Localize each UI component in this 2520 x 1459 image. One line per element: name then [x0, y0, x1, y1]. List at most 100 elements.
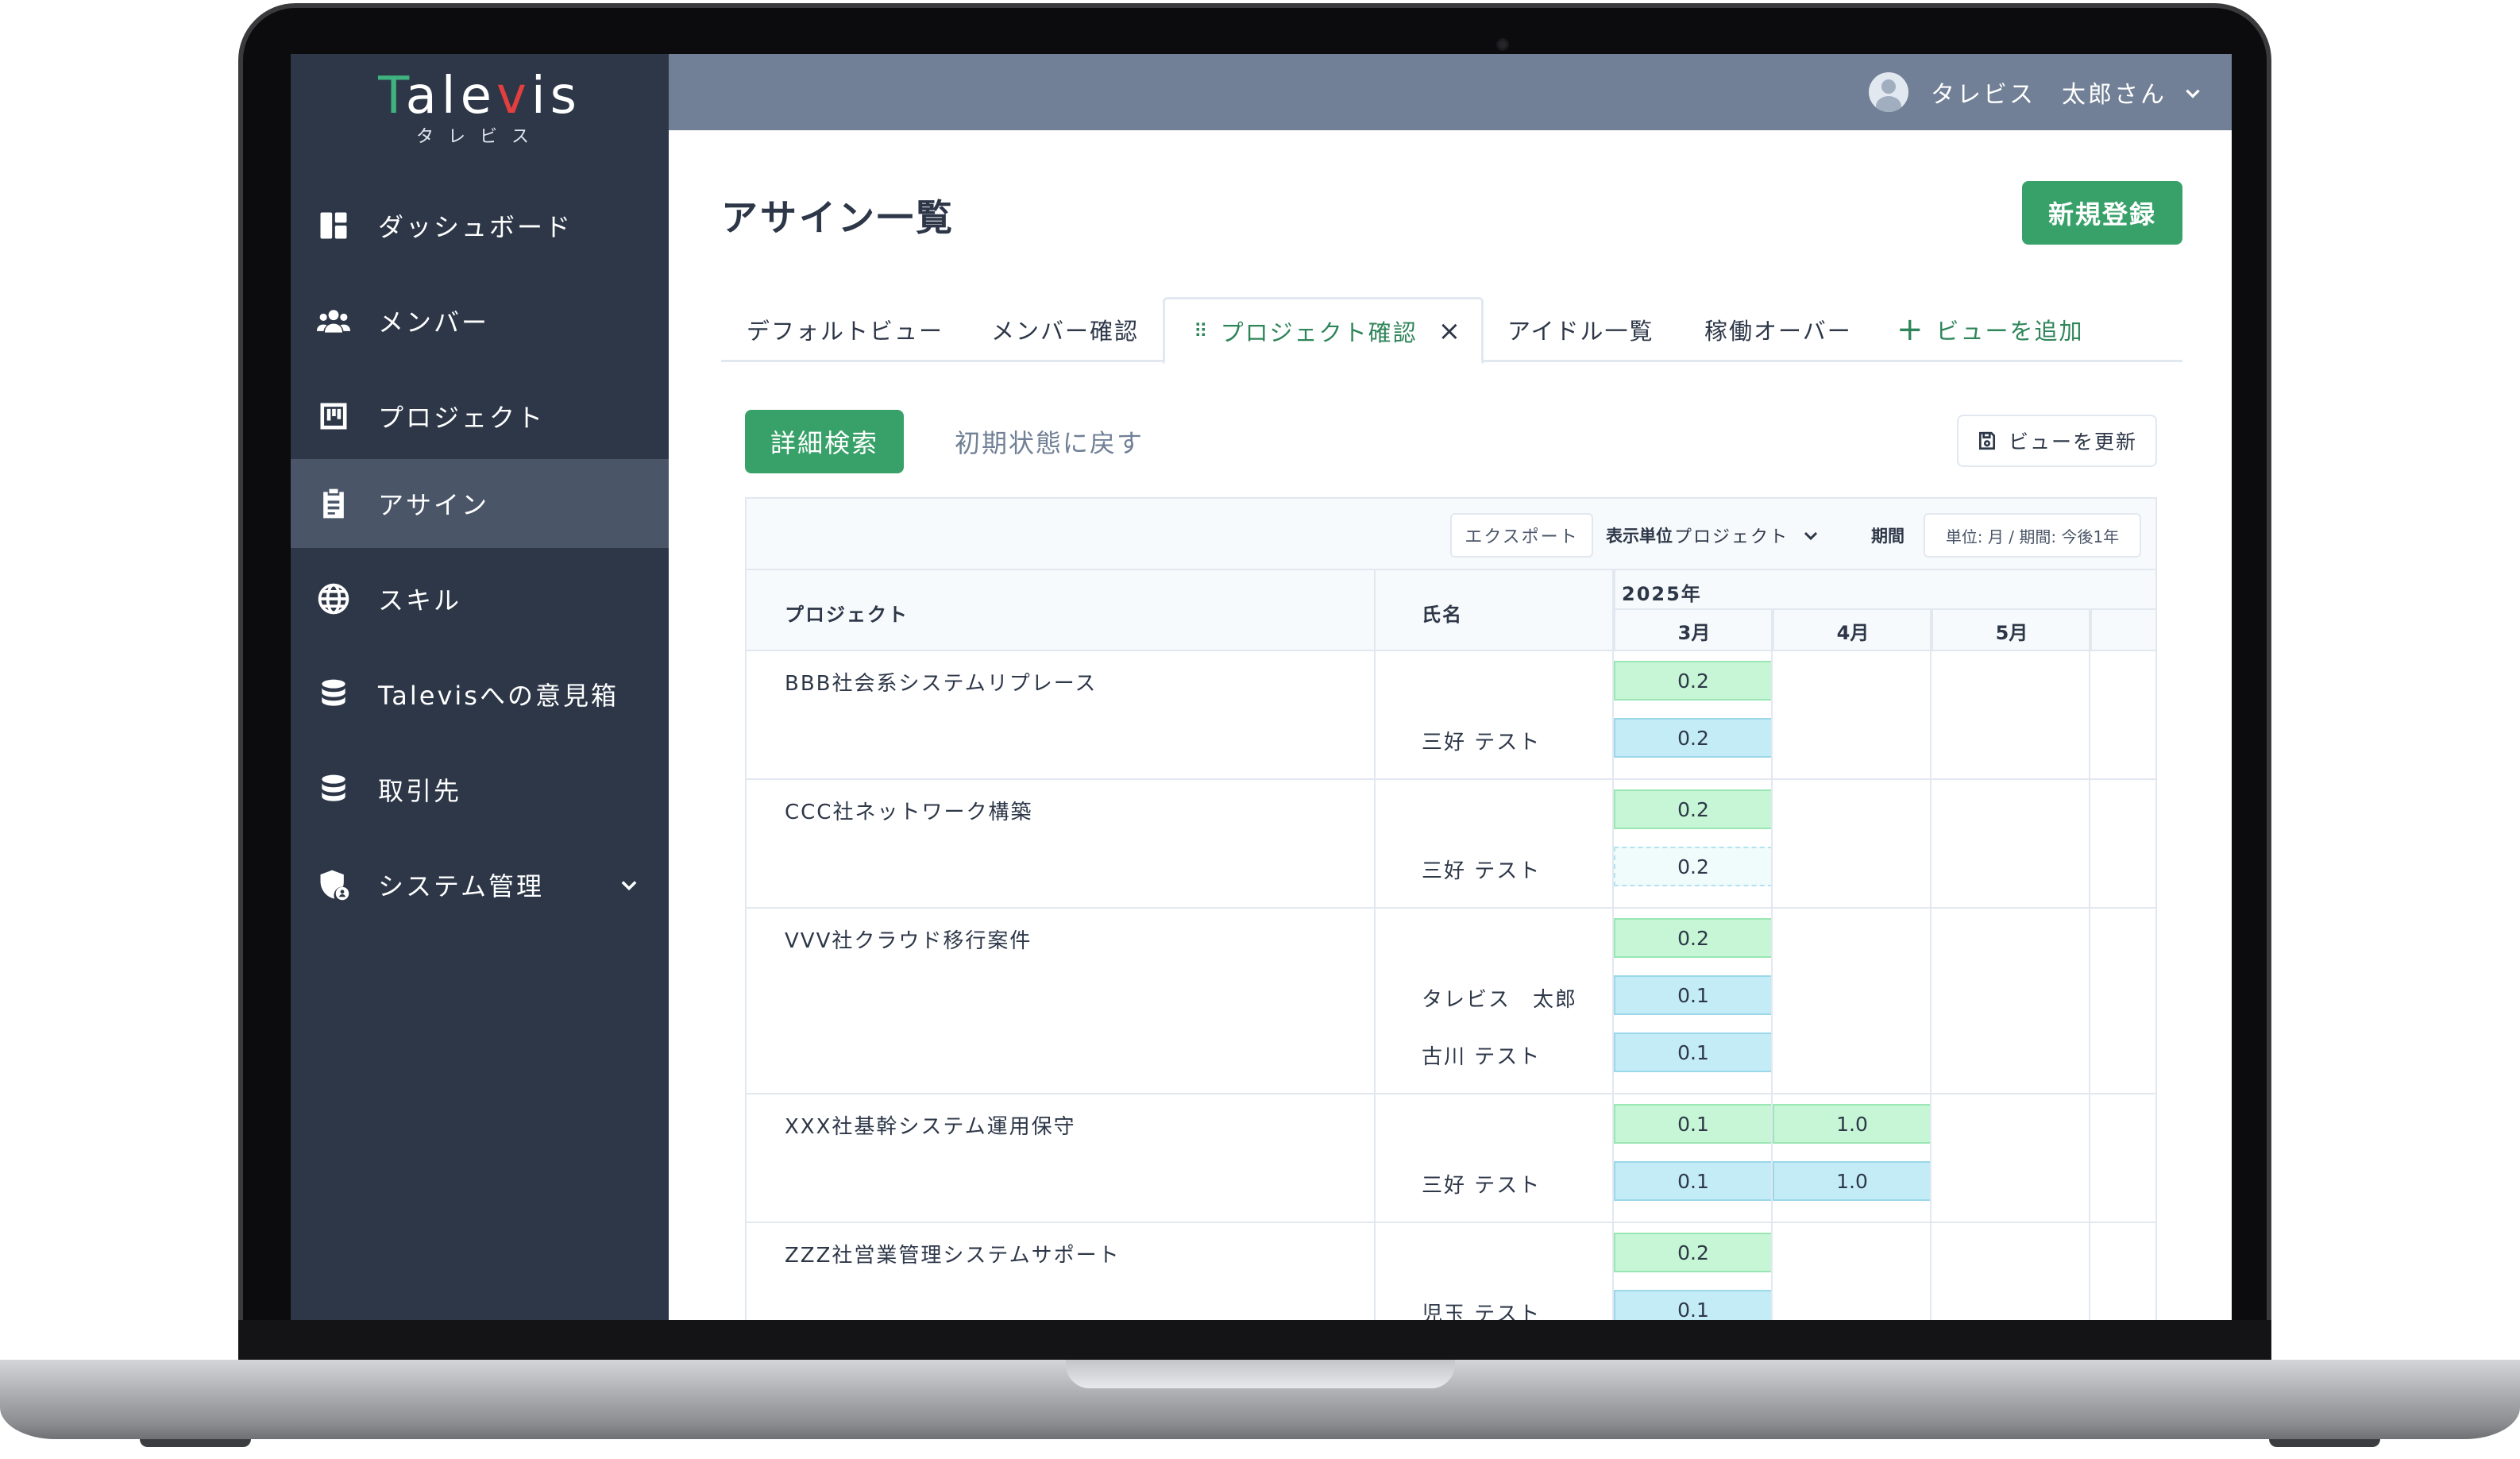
project-total-bar[interactable]: 0.2: [1614, 789, 1773, 829]
view-tabs: デフォルトビュー メンバー確認 ⠿ プロジェクト確認 × アイドル一覧 稼働オー…: [721, 297, 2182, 365]
year-header: 2025年: [1614, 570, 2155, 610]
sidebar-item-members[interactable]: メンバー: [291, 276, 669, 365]
project-total-bar[interactable]: 0.2: [1614, 1233, 1773, 1272]
sidebar: Talevis タレビス ダッシュボード メンバー プロジェクト アサイン スキ…: [291, 54, 669, 1320]
member-name: タレビス 太郎: [1422, 988, 1578, 1012]
month-header: 5月: [1931, 610, 2090, 651]
month-header-overflow: [2090, 610, 2155, 651]
laptop-foot: [2269, 1439, 2380, 1447]
plus-icon: +: [1897, 311, 1925, 348]
sidebar-item-label: Talevisへの意見箱: [378, 681, 619, 711]
update-view-button[interactable]: ビューを更新: [1957, 415, 2157, 467]
laptop-foot: [140, 1439, 251, 1447]
sidebar-item-dashboard[interactable]: ダッシュボード: [291, 181, 669, 270]
display-unit-label: 表示単位: [1606, 527, 1673, 546]
project-total-bar[interactable]: 0.2: [1614, 661, 1773, 701]
database-icon: [315, 675, 353, 713]
laptop-chin: [238, 1320, 2271, 1364]
logo-wordmark: Talevis: [378, 67, 581, 125]
avatar: [1869, 72, 1908, 112]
member-assign-bar[interactable]: 0.1: [1614, 975, 1773, 1015]
logo[interactable]: Talevis タレビス: [291, 67, 669, 148]
project-name: VVV社クラウド移行案件: [785, 929, 1032, 953]
project-name: CCC社ネットワーク構築: [785, 801, 1033, 824]
tab-member-check[interactable]: メンバー確認: [991, 297, 1139, 362]
sidebar-item-label: スキル: [378, 585, 462, 616]
project-group[interactable]: VVV社クラウド移行案件 0.2 タレビス 太郎 0.1 古川 テスト 0.1: [747, 909, 2155, 1094]
member-assign-bar[interactable]: 0.1: [1614, 1161, 1773, 1201]
project-total-bar[interactable]: 1.0: [1773, 1104, 1931, 1144]
column-divider: [1930, 610, 1931, 1320]
tab-idle-list[interactable]: アイドル一覧: [1507, 297, 1654, 362]
member-name: 三好 テスト: [1422, 859, 1542, 883]
main-content: アサイン一覧 新規登録 デフォルトビュー メンバー確認 ⠿ プロジェクト確認 ×…: [669, 130, 2232, 1320]
app-screen: Talevis タレビス ダッシュボード メンバー プロジェクト アサイン スキ…: [291, 54, 2232, 1320]
chevron-down-icon[interactable]: [618, 872, 642, 896]
member-assign-bar[interactable]: 0.1: [1614, 1032, 1773, 1072]
sidebar-item-label: システム管理: [378, 871, 545, 901]
chevron-down-icon: [2182, 82, 2203, 102]
member-assign-bar[interactable]: 0.2: [1614, 718, 1773, 758]
users-icon: [315, 302, 353, 340]
display-unit-select[interactable]: プロジェクト: [1674, 513, 1820, 558]
user-menu[interactable]: タレビス 太郎さん: [1869, 71, 2203, 113]
database-icon: [315, 770, 353, 809]
assign-table: エクスポート 表示単位 プロジェクト 期間 単位: 月 / 期間: 今後1年 プ…: [745, 497, 2157, 1320]
drag-handle-icon[interactable]: ⠿: [1194, 320, 1208, 342]
tab-overload[interactable]: 稼働オーバー: [1704, 297, 1852, 362]
period-label: 期間: [1871, 527, 1904, 546]
sidebar-item-projects[interactable]: プロジェクト: [291, 372, 669, 461]
sidebar-item-label: 取引先: [378, 776, 462, 806]
sidebar-item-label: アサイン: [378, 490, 490, 520]
member-name: 児玉 テスト: [1422, 1303, 1542, 1320]
new-registration-button[interactable]: 新規登録: [2022, 181, 2182, 245]
project-total-bar[interactable]: 0.1: [1614, 1104, 1773, 1144]
header-project: プロジェクト: [785, 604, 909, 626]
reset-button[interactable]: 初期状態に戻す: [955, 410, 1144, 473]
sidebar-item-label: メンバー: [378, 307, 490, 338]
close-icon[interactable]: ×: [1438, 315, 1463, 347]
project-group[interactable]: CCC社ネットワーク構築 0.2 三好 テスト 0.2: [747, 780, 2155, 909]
clipboard-icon: [315, 484, 353, 523]
month-header: 3月: [1614, 610, 1773, 651]
project-group[interactable]: BBB社会系システムリプレース 0.2 三好 テスト 0.2: [747, 651, 2155, 780]
page-title: アサイン一覧: [721, 196, 955, 239]
tab-default-view[interactable]: デフォルトビュー: [747, 297, 944, 362]
column-divider: [2089, 610, 2090, 1320]
table-toolbar: エクスポート 表示単位 プロジェクト 期間 単位: 月 / 期間: 今後1年: [747, 499, 2155, 570]
member-assign-bar[interactable]: 0.1: [1614, 1290, 1773, 1320]
tab-project-check[interactable]: ⠿ プロジェクト確認 ×: [1163, 297, 1484, 365]
member-name: 古川 テスト: [1422, 1045, 1542, 1069]
sidebar-item-system-admin[interactable]: システム管理: [291, 840, 669, 929]
sidebar-item-assign[interactable]: アサイン: [291, 459, 669, 548]
chevron-down-icon: [1804, 531, 1818, 541]
column-divider: [1771, 610, 1773, 1320]
user-name: タレビス 太郎さん: [1931, 81, 2167, 109]
add-view-button[interactable]: + ビューを追加: [1897, 297, 2084, 362]
project-name: BBB社会系システムリプレース: [785, 672, 1098, 696]
sidebar-item-clients[interactable]: 取引先: [291, 745, 669, 834]
member-assign-bar-tentative[interactable]: 0.2: [1614, 847, 1773, 886]
member-name: 三好 テスト: [1422, 1174, 1542, 1198]
month-header: 4月: [1773, 610, 1931, 651]
sidebar-item-feedback[interactable]: Talevisへの意見箱: [291, 650, 669, 739]
period-input[interactable]: 単位: 月 / 期間: 今後1年: [1924, 513, 2141, 558]
sidebar-item-skills[interactable]: スキル: [291, 554, 669, 643]
project-name: ZZZ社営業管理システムサポート: [785, 1244, 1121, 1268]
column-divider: [1612, 570, 1614, 1320]
sidebar-item-label: ダッシュボード: [378, 212, 573, 242]
kanban-icon: [315, 397, 353, 435]
advanced-search-button[interactable]: 詳細検索: [745, 410, 904, 473]
project-group[interactable]: ZZZ社営業管理システムサポート 0.2 児玉 テスト 0.1: [747, 1223, 2155, 1320]
export-button[interactable]: エクスポート: [1450, 513, 1593, 558]
shield-user-icon: [315, 866, 353, 904]
header-member: 氏名: [1422, 604, 1463, 626]
column-divider: [1374, 570, 1376, 1320]
logo-subtitle: タレビス: [415, 127, 543, 147]
camera-icon: [1496, 38, 1509, 51]
project-group[interactable]: XXX社基幹システム運用保守 0.1 1.0 三好 テスト 0.1 1.0: [747, 1094, 2155, 1223]
project-total-bar[interactable]: 0.2: [1614, 918, 1773, 958]
project-name: XXX社基幹システム運用保守: [785, 1115, 1076, 1139]
save-icon: [1978, 431, 1996, 450]
member-assign-bar[interactable]: 1.0: [1773, 1161, 1931, 1201]
